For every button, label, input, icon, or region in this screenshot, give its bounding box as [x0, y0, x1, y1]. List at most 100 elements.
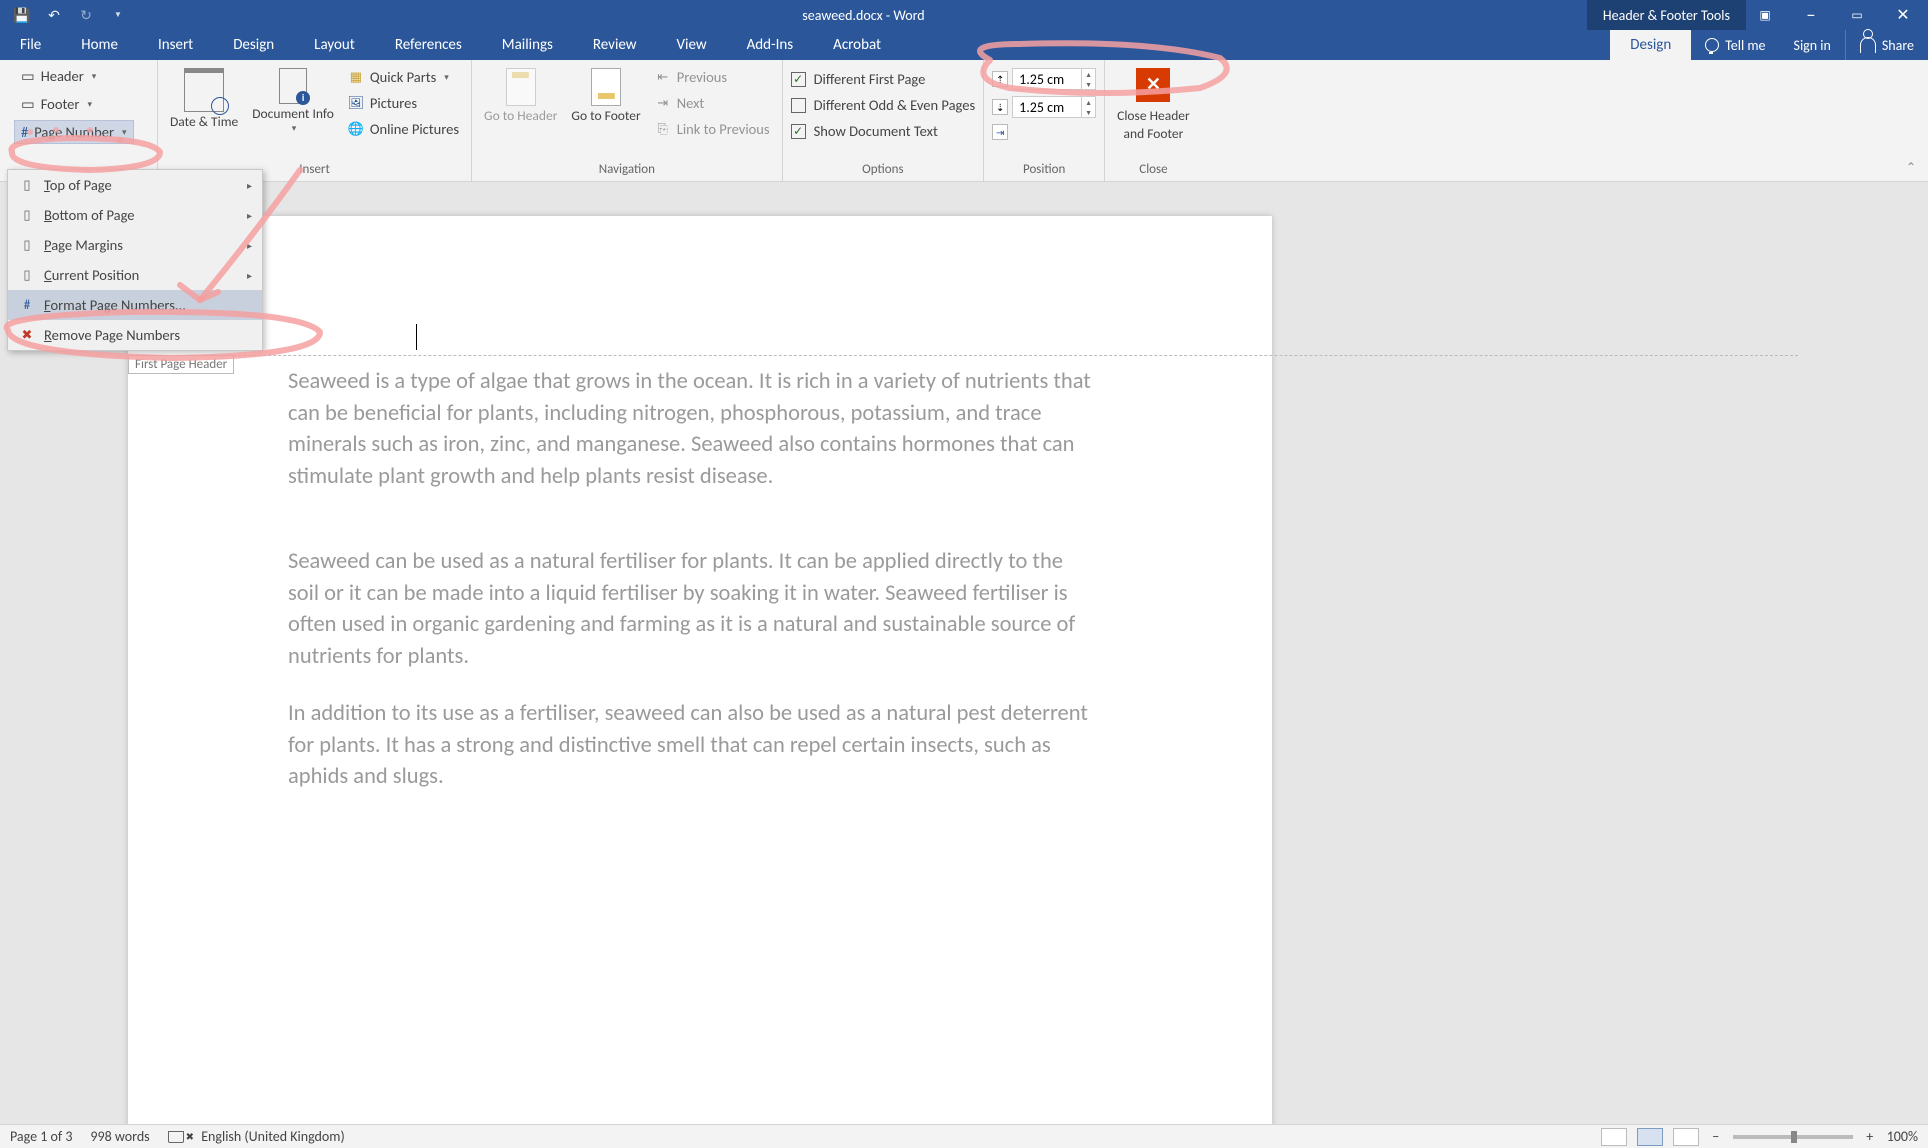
close-header-footer-button[interactable]: ✕ Close Header and Footer [1113, 66, 1194, 144]
show-document-text-checkbox[interactable]: ✓Show Document Text [791, 122, 976, 140]
remove-icon: ✖ [18, 328, 36, 343]
body-paragraph: Seaweed is a type of algae that grows in… [288, 366, 1098, 492]
contextual-tab-label: Header & Footer Tools [1587, 0, 1746, 30]
status-language[interactable]: ✖ English (United Kingdom) [168, 1128, 345, 1145]
qat-customize-icon[interactable]: ▼ [110, 7, 126, 23]
online-pictures-icon: 🌐 [348, 121, 364, 137]
document-info-icon [279, 68, 307, 104]
tab-mailings[interactable]: Mailings [482, 30, 573, 60]
body-paragraph: Seaweed can be used as a natural fertili… [288, 546, 1098, 672]
page-number-menu: ▯Top of Page▸ ▯Bottom of Page▸ ▯Page Mar… [7, 169, 263, 351]
quick-parts-icon: ▦ [348, 69, 364, 85]
zoom-in-button[interactable]: + [1863, 1128, 1877, 1145]
ribbon-display-icon[interactable]: ▣ [1752, 4, 1778, 26]
group-label-position: Position [992, 160, 1096, 181]
ribbon: ▭ Header▾ ▭ Footer▾ # Page Number▾ Date … [0, 60, 1928, 182]
quick-parts-button[interactable]: ▦Quick Parts▾ [344, 66, 463, 88]
footer-from-bottom-input[interactable]: ▲▼ [1012, 96, 1096, 118]
close-x-icon: ✕ [1136, 68, 1170, 102]
save-icon[interactable]: 💾 [14, 7, 30, 23]
checked-icon: ✓ [791, 72, 806, 87]
menu-remove-page-numbers[interactable]: ✖Remove Page Numbers [8, 320, 262, 350]
online-pictures-button[interactable]: 🌐Online Pictures [344, 118, 463, 140]
format-icon: # [18, 298, 36, 313]
title-bar: 💾 ↶ ↻ ▼ seaweed.docx - Word Header & Foo… [0, 0, 1928, 30]
footer-icon: ▭ [21, 95, 35, 113]
different-first-page-checkbox[interactable]: ✓Different First Page [791, 70, 976, 88]
status-page[interactable]: Page 1 of 3 [10, 1128, 72, 1145]
menu-format-page-numbers[interactable]: #Format Page Numbers... [8, 290, 262, 320]
group-label-close: Close [1113, 160, 1194, 181]
tab-design[interactable]: Design [213, 30, 294, 60]
tab-hf-design[interactable]: Design [1610, 30, 1691, 60]
redo-icon[interactable]: ↻ [78, 7, 94, 23]
print-layout-button[interactable] [1637, 1128, 1663, 1146]
undo-icon[interactable]: ↶ [46, 7, 62, 23]
zoom-level[interactable]: 100% [1887, 1128, 1918, 1145]
lightbulb-icon [1705, 38, 1719, 52]
different-odd-even-checkbox[interactable]: Different Odd & Even Pages [791, 96, 976, 114]
tab-acrobat[interactable]: Acrobat [813, 30, 901, 60]
link-previous-button: ⎘Link to Previous [651, 118, 774, 140]
page-icon: ▯ [18, 208, 36, 223]
close-button[interactable]: ✕ [1890, 4, 1916, 26]
share-button[interactable]: Share [1845, 30, 1928, 60]
goto-header-button: Go to Header [480, 66, 561, 126]
tab-view[interactable]: View [657, 30, 727, 60]
previous-button: ⇤Previous [651, 66, 774, 88]
checked-icon: ✓ [791, 124, 806, 139]
document-info-button[interactable]: Document Info▾ [248, 66, 338, 137]
page-icon: ▯ [18, 268, 36, 283]
insert-align-tab-icon[interactable]: ⇥ [992, 124, 1008, 140]
pictures-button[interactable]: 🖼Pictures [344, 92, 463, 114]
zoom-out-button[interactable]: − [1709, 1128, 1723, 1145]
zoom-slider[interactable] [1733, 1135, 1853, 1139]
footer-button[interactable]: ▭ Footer▾ [14, 92, 99, 116]
tab-layout[interactable]: Layout [294, 30, 375, 60]
goto-footer-button[interactable]: Go to Footer [567, 66, 644, 126]
ribbon-tabs: File Home Insert Design Layout Reference… [0, 30, 1928, 60]
header-label-tag: First Page Header [128, 355, 234, 374]
web-layout-button[interactable] [1673, 1128, 1699, 1146]
tab-home[interactable]: Home [61, 30, 138, 60]
sign-in-button[interactable]: Sign in [1780, 30, 1845, 60]
header-top-icon: ⇡ [992, 71, 1008, 87]
body-paragraph: In addition to its use as a fertiliser, … [288, 698, 1098, 793]
next-icon: ⇥ [655, 95, 671, 111]
tab-references[interactable]: References [375, 30, 482, 60]
tab-file[interactable]: File [0, 30, 61, 60]
ruler-area [0, 182, 1928, 216]
status-bar: Page 1 of 3 998 words ✖ English (United … [0, 1124, 1928, 1148]
read-mode-button[interactable] [1601, 1128, 1627, 1146]
menu-top-of-page[interactable]: ▯Top of Page▸ [8, 170, 262, 200]
goto-footer-icon [591, 68, 621, 106]
group-label-navigation: Navigation [480, 160, 774, 181]
previous-icon: ⇤ [655, 69, 671, 85]
minimize-button[interactable]: − [1798, 4, 1824, 26]
document-area[interactable]: First Page Header Seaweed is a type of a… [0, 182, 1928, 1124]
date-time-button[interactable]: Date & Time [166, 66, 242, 132]
menu-bottom-of-page[interactable]: ▯Bottom of Page▸ [8, 200, 262, 230]
link-previous-icon: ⎘ [655, 121, 671, 137]
tab-insert[interactable]: Insert [138, 30, 213, 60]
status-words[interactable]: 998 words [90, 1128, 149, 1145]
next-button: ⇥Next [651, 92, 774, 114]
footer-bottom-icon: ⇣ [992, 99, 1008, 115]
header-icon: ▭ [21, 67, 35, 85]
page-number-button[interactable]: # Page Number▾ [14, 120, 134, 144]
calendar-icon [184, 68, 224, 112]
maximize-button[interactable]: ▭ [1844, 4, 1870, 26]
tab-addins[interactable]: Add-Ins [727, 30, 814, 60]
book-icon [168, 1131, 184, 1143]
goto-header-icon [506, 68, 536, 106]
unchecked-icon [791, 98, 806, 113]
tell-me[interactable]: Tell me [1691, 30, 1779, 60]
person-icon [1860, 37, 1876, 53]
collapse-ribbon-icon[interactable]: ⌃ [1906, 160, 1916, 175]
menu-current-position[interactable]: ▯Current Position▸ [8, 260, 262, 290]
pictures-icon: 🖼 [348, 95, 364, 111]
header-button[interactable]: ▭ Header▾ [14, 64, 103, 88]
header-from-top-input[interactable]: ▲▼ [1012, 68, 1096, 90]
tab-review[interactable]: Review [573, 30, 657, 60]
menu-page-margins[interactable]: ▯Page Margins▸ [8, 230, 262, 260]
